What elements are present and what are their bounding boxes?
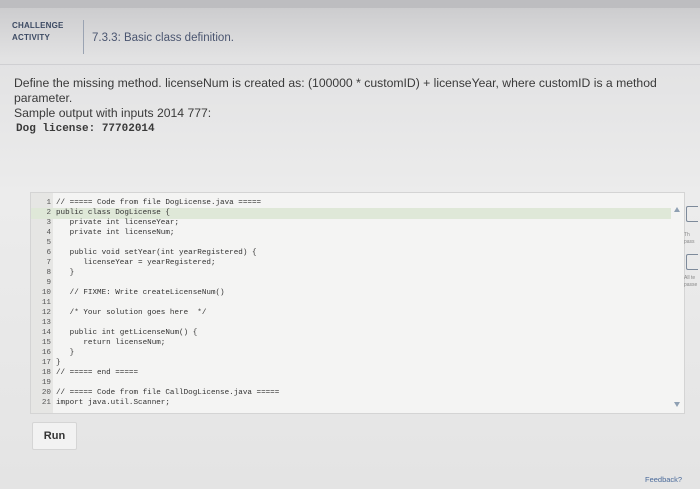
- run-button[interactable]: Run: [32, 422, 77, 450]
- badge-line-2: ACTIVITY: [12, 33, 51, 42]
- code-editor[interactable]: 1// ===== Code from file DogLicense.java…: [30, 192, 685, 414]
- problem-statement: Define the missing method. licenseNum is…: [14, 76, 700, 121]
- side-note-2: pass: [684, 239, 695, 245]
- sample-output: Dog license: 77702014: [16, 123, 155, 135]
- side-note-3: All te: [684, 275, 696, 281]
- side-status-box-2: [686, 254, 698, 270]
- code-line[interactable]: 21 import java.util.Scanner;: [31, 398, 671, 409]
- activity-header: CHALLENGE ACTIVITY 7.3.3: Basic class de…: [12, 20, 252, 64]
- prompt-line-2: Sample output with inputs 2014 777:: [14, 106, 212, 120]
- header-divider: [83, 20, 84, 54]
- prompt-line-1: Define the missing method. licenseNum is…: [14, 76, 657, 105]
- side-note-1: Th: [684, 232, 690, 238]
- scroll-down-arrow-icon[interactable]: [674, 402, 680, 407]
- feedback-link[interactable]: Feedback?: [645, 475, 682, 484]
- challenge-activity-badge: CHALLENGE ACTIVITY: [12, 20, 70, 56]
- side-status-box-1: [686, 206, 698, 222]
- browser-top-bar: [0, 0, 700, 8]
- code-text[interactable]: import java.util.Scanner;: [56, 398, 170, 409]
- scroll-up-arrow-icon[interactable]: [674, 207, 680, 212]
- activity-title: 7.3.3: Basic class definition.: [92, 32, 234, 44]
- side-note-4: passe: [684, 282, 698, 288]
- line-number: 21: [41, 399, 51, 407]
- header-separator: [0, 64, 700, 65]
- badge-line-1: CHALLENGE: [12, 21, 64, 30]
